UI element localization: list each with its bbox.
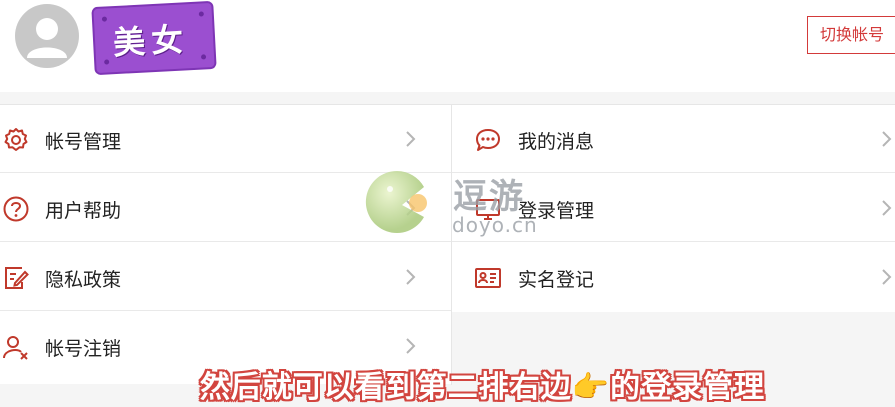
menu-label: 帐号注销	[45, 338, 122, 360]
menu-label: 隐私政策	[45, 269, 122, 291]
policy-edit-icon	[5, 267, 29, 289]
chevron-right-icon	[882, 200, 892, 216]
nickname: 美女	[112, 20, 191, 63]
menu-label: 实名登记	[518, 269, 595, 291]
pointing-hand-icon: 👉	[571, 370, 611, 405]
chevron-right-icon	[406, 338, 416, 354]
watermark-en: doyo.cn	[452, 213, 538, 237]
chat-bubble-icon	[476, 129, 500, 151]
profile-header: 美女 切换帐号	[0, 0, 895, 92]
chevron-right-icon	[406, 269, 416, 285]
avatar[interactable]	[15, 4, 79, 68]
menu-label: 我的消息	[518, 131, 595, 153]
chevron-right-icon	[882, 269, 892, 285]
doyo-logo-icon	[365, 170, 427, 233]
user-silhouette-icon	[27, 18, 67, 58]
user-remove-icon	[3, 336, 28, 360]
switch-account-button[interactable]: 切换帐号	[807, 16, 895, 54]
question-icon	[3, 196, 29, 222]
caption-before: 然后就可以看到第二排右边	[199, 370, 572, 405]
nickname-tag: 美女	[93, 2, 215, 74]
menu-label: 用户帮助	[45, 200, 122, 222]
id-card-icon	[475, 268, 501, 288]
chevron-right-icon	[882, 131, 892, 147]
watermark: 逗游 doyo.cn	[360, 165, 560, 245]
watermark-cn: 逗游	[453, 177, 525, 217]
gear-icon	[4, 128, 28, 151]
chevron-right-icon	[406, 131, 416, 147]
subtitle-caption: 然后就可以看到第二排右边👉的登录管理	[0, 362, 895, 406]
menu-label: 帐号管理	[45, 131, 122, 153]
menu-item-privacy-policy[interactable]: 隐私政策	[0, 243, 451, 311]
menu-item-account-management[interactable]: 帐号管理	[0, 105, 451, 173]
menu-item-real-name-registration[interactable]: 实名登记	[452, 243, 895, 311]
caption-after: 的登录管理	[610, 370, 766, 405]
menu-item-my-messages[interactable]: 我的消息	[452, 105, 895, 173]
